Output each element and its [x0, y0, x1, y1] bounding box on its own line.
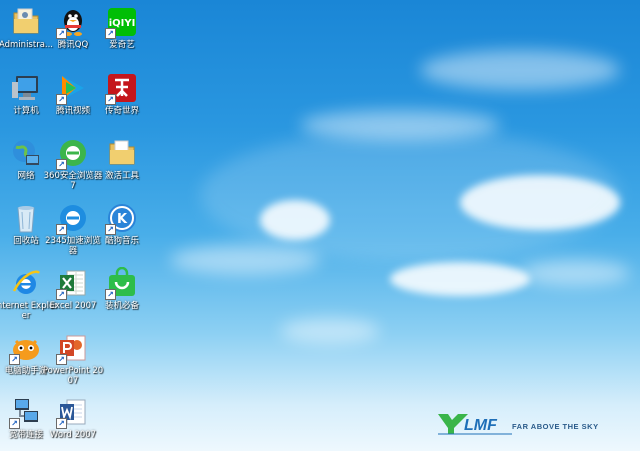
shortcut-arrow-icon: ↗ — [56, 289, 67, 300]
desktop-icon-label: Word 2007 — [49, 430, 97, 440]
shopping-bag-icon: ↗ — [105, 266, 138, 300]
desktop-icon-essentials[interactable]: ↗ 装机必备 — [90, 265, 154, 311]
shortcut-arrow-icon: ↗ — [9, 354, 20, 365]
game-icon: ↗ — [9, 332, 42, 365]
desktop-icon-label: 爱奇艺 — [109, 40, 135, 50]
desktop-icon-label: 酷狗音乐 — [104, 236, 139, 246]
word-icon: ↗ — [56, 396, 89, 429]
ie-icon — [10, 267, 42, 299]
svg-text:K: K — [117, 212, 128, 227]
powerpoint-icon: ↗ — [56, 332, 89, 365]
logo-tagline: FAR ABOVE THE SKY — [512, 422, 599, 431]
legend-world-icon: ↗ — [105, 72, 138, 105]
desktop-icon-label: PowerPoint 2007 — [42, 366, 104, 386]
shortcut-arrow-icon: ↗ — [56, 28, 67, 39]
desktop-icon-word[interactable]: ↗ Word 2007 — [41, 394, 105, 440]
shortcut-arrow-icon: ↗ — [105, 224, 116, 235]
wallpaper-logo: LMF FAR ABOVE THE SKY — [436, 408, 606, 438]
desktop-icon-label: 装机必备 — [104, 301, 139, 311]
2345-browser-icon: ↗ — [56, 202, 89, 235]
network-icon — [10, 137, 42, 169]
computer-icon — [10, 72, 42, 104]
shortcut-arrow-icon: ↗ — [56, 354, 67, 365]
shortcut-arrow-icon: ↗ — [105, 289, 116, 300]
360-browser-icon: ↗ — [56, 137, 89, 170]
shortcut-arrow-icon: ↗ — [9, 418, 20, 429]
desktop-icon-label: 激活工具 — [104, 171, 139, 181]
shortcut-arrow-icon: ↗ — [105, 94, 116, 105]
iqiyi-icon: iQIYI ↗ — [105, 6, 138, 39]
broadband-icon: ↗ — [9, 396, 42, 429]
folder-user-icon — [10, 6, 42, 38]
desktop-icon-iqiyi[interactable]: iQIYI ↗ 爱奇艺 — [90, 4, 154, 50]
desktop-icon-powerpoint[interactable]: ↗ PowerPoint 2007 — [41, 330, 105, 386]
svg-text:LMF: LMF — [464, 417, 498, 434]
kugou-music-icon: K ↗ — [105, 202, 138, 235]
desktop-icon-kugou[interactable]: K ↗ 酷狗音乐 — [90, 200, 154, 246]
folder-icon — [106, 137, 138, 169]
excel-icon: ↗ — [56, 267, 89, 300]
desktop-icon-label: 传奇世界 — [104, 106, 139, 116]
shortcut-arrow-icon: ↗ — [56, 94, 67, 105]
shortcut-arrow-icon: ↗ — [56, 418, 67, 429]
recycle-bin-icon — [10, 202, 42, 234]
qq-penguin-icon: ↗ — [56, 6, 89, 39]
shortcut-arrow-icon: ↗ — [105, 28, 116, 39]
shortcut-arrow-icon: ↗ — [56, 159, 67, 170]
desktop-icon-activation-tools[interactable]: 激活工具 — [90, 135, 154, 181]
tencent-video-icon: ↗ — [56, 72, 89, 105]
shortcut-arrow-icon: ↗ — [56, 224, 67, 235]
desktop-background: Administra... 计算机 网络 回收站 Internet Explor… — [0, 0, 640, 451]
desktop-icon-legend-world[interactable]: ↗ 传奇世界 — [90, 70, 154, 116]
ylmf-logo-icon: LMF — [438, 414, 512, 435]
